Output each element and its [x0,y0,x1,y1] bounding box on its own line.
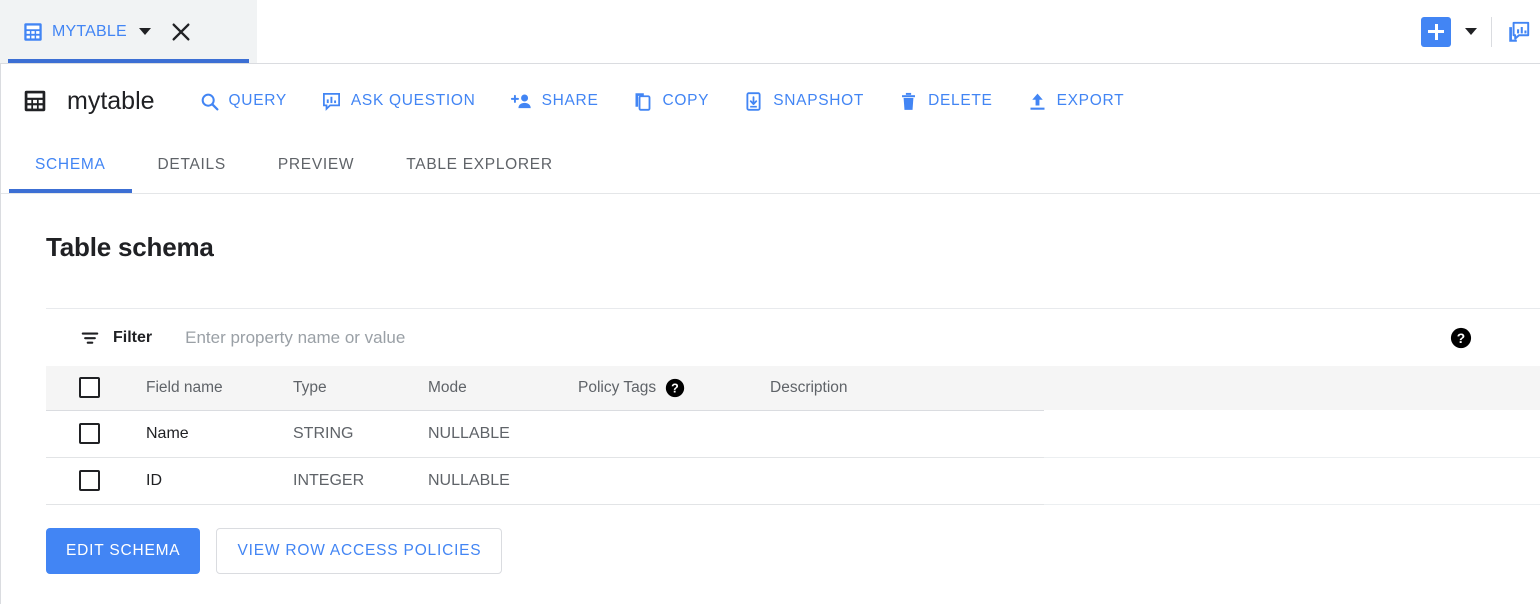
filter-chip[interactable]: Filter [79,327,152,349]
tab-preview-label: PREVIEW [278,156,354,174]
th-policy-tags-label: Policy Tags [578,379,656,397]
section-title: Table schema [46,232,1540,263]
export-button[interactable]: EXPORT [1027,91,1125,112]
upload-icon [1027,91,1048,112]
tab-schema-label: SCHEMA [35,156,106,174]
row-checkbox[interactable] [79,470,100,491]
table-icon [22,21,44,43]
ask-question-label: ASK QUESTION [351,92,476,110]
close-glyph [170,21,192,43]
search-icon [199,91,220,112]
delete-label: DELETE [928,92,993,110]
delete-button[interactable]: DELETE [898,91,993,112]
snapshot-button[interactable]: SNAPSHOT [743,91,864,112]
add-tab-button[interactable] [1421,17,1451,47]
th-policy-tags: Policy Tags ? [578,366,770,410]
schema-table: Field name Type Mode Policy Tags [46,366,1540,505]
cell-type: STRING [293,410,428,457]
table-row[interactable]: Name STRING NULLABLE [46,410,1540,457]
share-label: SHARE [542,92,599,110]
th-field-name: Field name [146,366,293,410]
trash-icon [898,91,919,112]
th-type: Type [293,366,428,410]
th-description: Description [770,366,1044,410]
document-tab-mytable[interactable]: MYTABLE [0,0,257,63]
close-icon[interactable] [169,20,193,44]
th-spacer [1044,366,1540,410]
snapshot-icon [743,91,764,112]
chevron-down-icon[interactable] [1465,28,1477,35]
th-field-name-label: Field name [146,379,223,396]
svg-text:?: ? [671,381,679,395]
th-select-all [46,366,146,410]
cell-description [770,457,1044,504]
th-type-label: Type [293,379,327,396]
row-select-cell [46,457,146,504]
bigquery-table-page: MYTABLE [0,0,1540,604]
query-label: QUERY [229,92,287,110]
ask-question-button[interactable]: ASK QUESTION [321,91,476,112]
cell-mode: NULLABLE [428,457,578,504]
row-select-cell [46,410,146,457]
page-body: mytable QUERY ASK QUESTION [0,64,1540,604]
cell-field-name: Name [146,410,293,457]
tab-details-label: DETAILS [158,156,226,174]
table-action-toolbar: mytable QUERY ASK QUESTION [1,64,1540,138]
table-header-row: Field name Type Mode Policy Tags [46,366,1540,410]
filter-input[interactable] [185,328,1540,348]
cell-type: INTEGER [293,457,428,504]
cell-spacer [1044,457,1540,504]
filter-icon [79,327,101,349]
th-mode-label: Mode [428,379,467,396]
cell-policy-tags [578,457,770,504]
tab-preview[interactable]: PREVIEW [252,137,380,193]
select-all-checkbox[interactable] [79,377,100,398]
tab-table-explorer[interactable]: TABLE EXPLORER [380,137,578,193]
schema-panel: Table schema Filter ? [1,232,1540,574]
tab-schema[interactable]: SCHEMA [9,137,132,193]
table-icon [22,88,48,114]
tab-table-explorer-label: TABLE EXPLORER [406,156,552,174]
view-row-access-policies-button[interactable]: VIEW ROW ACCESS POLICIES [216,528,502,574]
row-checkbox[interactable] [79,423,100,444]
cell-description [770,410,1044,457]
th-mode: Mode [428,366,578,410]
help-icon[interactable]: ? [665,378,685,398]
chart-icon[interactable] [1506,19,1532,45]
table-row[interactable]: ID INTEGER NULLABLE [46,457,1540,504]
section-tabs: SCHEMA DETAILS PREVIEW TABLE EXPLORER [1,138,1540,194]
cell-mode: NULLABLE [428,410,578,457]
tabstrip-right-controls [1421,0,1540,63]
person-add-icon [510,91,533,112]
query-button[interactable]: QUERY [199,91,287,112]
edit-schema-button[interactable]: EDIT SCHEMA [46,528,200,574]
document-tab-strip: MYTABLE [0,0,1540,64]
copy-button[interactable]: COPY [632,91,709,112]
page-title: mytable [67,87,155,116]
chevron-down-icon[interactable] [139,28,151,35]
schema-table-body: Name STRING NULLABLE ID INTEGER NULLAB [46,410,1540,504]
schema-table-header: Field name Type Mode Policy Tags [46,366,1540,410]
svg-text:?: ? [1457,330,1465,345]
copy-icon [632,91,653,112]
filter-bar: Filter ? [46,309,1540,366]
copy-label: COPY [662,92,709,110]
th-description-label: Description [770,379,848,396]
share-button[interactable]: SHARE [510,91,599,112]
snapshot-label: SNAPSHOT [773,92,864,110]
help-icon[interactable]: ? [1450,327,1472,349]
cell-field-name: ID [146,457,293,504]
divider [1491,17,1492,47]
chat-chart-icon [321,91,342,112]
filter-label: Filter [113,329,152,347]
export-label: EXPORT [1057,92,1125,110]
tab-details[interactable]: DETAILS [132,137,252,193]
document-tab-label: MYTABLE [52,23,127,41]
cell-spacer [1044,410,1540,457]
cell-policy-tags [578,410,770,457]
schema-actions: EDIT SCHEMA VIEW ROW ACCESS POLICIES [46,528,1540,574]
plus-icon [1428,24,1444,40]
